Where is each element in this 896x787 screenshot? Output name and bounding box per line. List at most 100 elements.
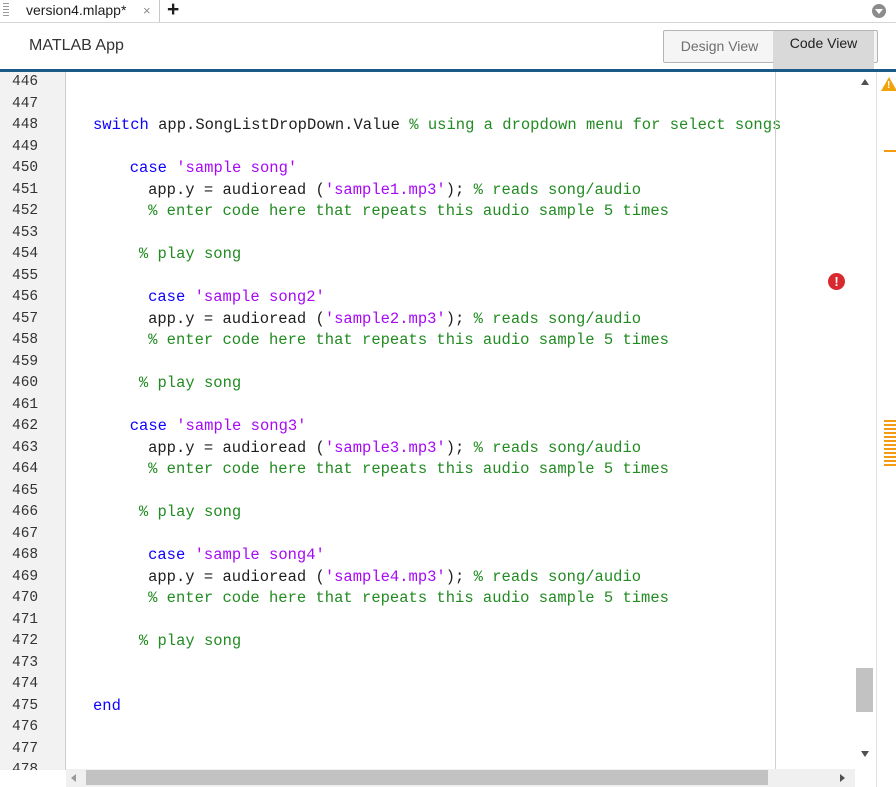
code-token: app.SongListDropDown.Value: [149, 116, 409, 134]
code-line[interactable]: switch app.SongListDropDown.Value % usin…: [93, 115, 781, 137]
warning-marker[interactable]: [884, 150, 896, 152]
code-token: [167, 417, 176, 435]
code-token: 'sample1.mp3': [325, 181, 446, 199]
line-number: 470: [12, 588, 38, 610]
code-token: % enter code here that repeats this audi…: [148, 460, 669, 478]
code-token: app.y = audioread (: [148, 310, 325, 328]
code-line[interactable]: case 'sample song': [130, 158, 297, 180]
code-line[interactable]: app.y = audioread ('sample4.mp3'); % rea…: [148, 567, 641, 589]
code-token: 'sample song3': [176, 417, 306, 435]
warning-marker[interactable]: [884, 444, 896, 446]
code-token: switch: [93, 116, 149, 134]
code-line[interactable]: app.y = audioread ('sample2.mp3'); % rea…: [148, 309, 641, 331]
line-number: 456: [12, 287, 38, 309]
code-line[interactable]: % play song: [139, 244, 241, 266]
line-number: 463: [12, 438, 38, 460]
line-number: 458: [12, 330, 38, 352]
code-token: % reads song/audio: [474, 181, 641, 199]
tab-title: version4.mlapp*: [26, 2, 126, 18]
scroll-up-arrow-icon[interactable]: [861, 79, 869, 85]
line-number: 447: [12, 94, 38, 116]
document-tab-bar: version4.mlapp* × +: [0, 0, 896, 23]
close-icon[interactable]: ×: [143, 3, 151, 18]
line-number: 457: [12, 309, 38, 331]
drag-grip-icon[interactable]: [3, 3, 9, 18]
code-line[interactable]: end: [93, 696, 121, 718]
code-token: app.y = audioread (: [148, 439, 325, 457]
warning-marker[interactable]: [884, 424, 896, 426]
code-token: % reads song/audio: [474, 568, 641, 586]
horizontal-scrollbar[interactable]: [66, 769, 855, 787]
warning-marker[interactable]: [884, 432, 896, 434]
document-tab[interactable]: version4.mlapp* ×: [12, 0, 160, 22]
line-number: 451: [12, 180, 38, 202]
code-token: 'sample song2': [195, 288, 325, 306]
code-token: );: [446, 310, 474, 328]
line-number: 471: [12, 610, 38, 632]
code-token: % play song: [139, 245, 241, 263]
code-line[interactable]: app.y = audioread ('sample3.mp3'); % rea…: [148, 438, 641, 460]
code-line[interactable]: case 'sample song3': [130, 416, 307, 438]
line-number: 466: [12, 502, 38, 524]
code-token: end: [93, 697, 121, 715]
scrollbar-corner: [855, 769, 876, 787]
app-title: MATLAB App: [29, 37, 124, 55]
code-line[interactable]: % play song: [139, 631, 241, 653]
line-number: 455: [12, 266, 38, 288]
code-line[interactable]: % enter code here that repeats this audi…: [148, 588, 669, 610]
warning-marker[interactable]: [884, 464, 896, 466]
line-number: 473: [12, 653, 38, 675]
code-token: % play song: [139, 374, 241, 392]
code-line[interactable]: % enter code here that repeats this audi…: [148, 330, 669, 352]
vertical-scrollbar[interactable]: [855, 72, 876, 770]
code-token: case: [130, 159, 167, 177]
code-line[interactable]: case 'sample song4': [148, 545, 325, 567]
code-line[interactable]: app.y = audioread ('sample1.mp3'); % rea…: [148, 180, 641, 202]
warning-marker[interactable]: [884, 436, 896, 438]
add-tab-icon[interactable]: +: [167, 0, 179, 22]
code-token: % enter code here that repeats this audi…: [148, 589, 669, 607]
right-margin-line: [775, 72, 776, 770]
code-token: case: [130, 417, 167, 435]
error-circle-icon[interactable]: !: [828, 273, 845, 290]
code-token: app.y = audioread (: [148, 568, 325, 586]
code-token: 'sample song4': [195, 546, 325, 564]
code-token: 'sample3.mp3': [325, 439, 446, 457]
line-number: 446: [12, 72, 38, 94]
app-header: MATLAB App Design View Code View: [0, 23, 896, 69]
code-token: 'sample song': [176, 159, 297, 177]
code-line[interactable]: % enter code here that repeats this audi…: [148, 201, 669, 223]
vertical-scroll-thumb[interactable]: [856, 668, 873, 712]
design-view-button[interactable]: Design View: [667, 34, 772, 59]
scroll-down-arrow-icon[interactable]: [861, 751, 869, 757]
scroll-left-arrow-icon[interactable]: [71, 774, 76, 782]
code-line[interactable]: case 'sample song2': [148, 287, 325, 309]
warning-marker[interactable]: [884, 456, 896, 458]
horizontal-scroll-thumb[interactable]: [86, 770, 768, 785]
warning-marker[interactable]: [884, 420, 896, 422]
code-editor[interactable]: 4464474484494504514524534544554564574584…: [0, 72, 876, 787]
code-line[interactable]: % play song: [139, 373, 241, 395]
code-token: % reads song/audio: [474, 310, 641, 328]
warning-marker[interactable]: [884, 448, 896, 450]
code-token: [185, 546, 194, 564]
code-token: % play song: [139, 503, 241, 521]
warning-marker[interactable]: [884, 428, 896, 430]
code-token: );: [446, 568, 474, 586]
warning-marker[interactable]: [884, 440, 896, 442]
code-area[interactable]: switch app.SongListDropDown.Value % usin…: [67, 72, 876, 770]
code-token: % enter code here that repeats this audi…: [148, 331, 669, 349]
line-number: 450: [12, 158, 38, 180]
code-analyzer-bar: !: [876, 72, 896, 787]
warning-marker[interactable]: [884, 460, 896, 462]
scroll-right-arrow-icon[interactable]: [840, 774, 845, 782]
line-number: 467: [12, 524, 38, 546]
line-number-gutter: 4464474484494504514524534544554564574584…: [0, 72, 66, 770]
warning-marker[interactable]: [884, 452, 896, 454]
view-toggle: Design View Code View: [663, 30, 878, 63]
code-token: % enter code here that repeats this audi…: [148, 202, 669, 220]
code-line[interactable]: % enter code here that repeats this audi…: [148, 459, 669, 481]
code-token: case: [148, 288, 185, 306]
code-line[interactable]: % play song: [139, 502, 241, 524]
tab-menu-chevron-icon[interactable]: [872, 4, 886, 18]
